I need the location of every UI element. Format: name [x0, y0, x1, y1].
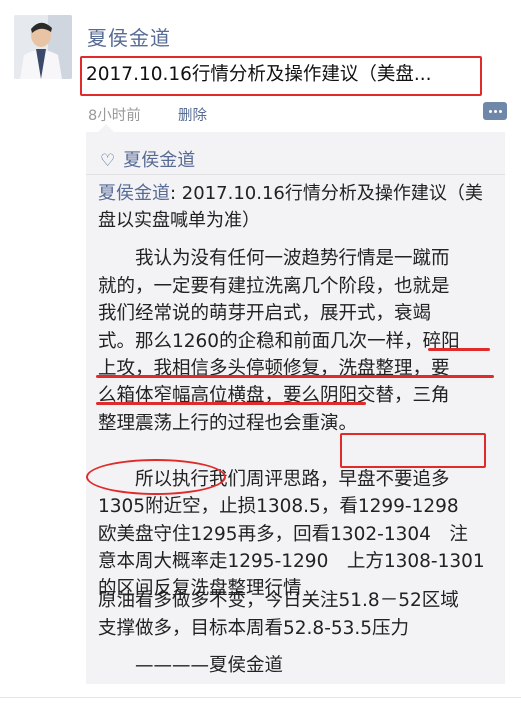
likes-row[interactable]: ♡ 夏侯金道 — [100, 146, 195, 172]
text-line: 欧美盘守住1295再多，回看1302-1304 注 — [98, 524, 468, 545]
signature: ————夏侯金道 — [98, 655, 284, 676]
annotation-ellipse — [86, 459, 226, 495]
bottom-divider — [0, 697, 521, 698]
title-highlight-box — [80, 56, 482, 96]
annotation-underline — [96, 402, 366, 405]
text-line: 意本周大概率走1295-1290 上方1308-1301 — [98, 551, 485, 572]
avatar[interactable] — [14, 15, 72, 79]
text-line: 就的，一定要有建拉洗离几个阶段，也就是 — [98, 276, 450, 297]
panel-arrow — [98, 124, 114, 132]
avatar-image — [14, 15, 72, 79]
annotation-underline — [96, 375, 494, 378]
post-author[interactable]: 夏侯金道 — [87, 22, 171, 51]
text-line: 支撑做多，目标本周看52.8-53.5压力 — [98, 618, 410, 639]
like-name[interactable]: 夏侯金道 — [123, 150, 195, 171]
annotation-box — [340, 433, 486, 468]
divider — [86, 174, 505, 175]
annotation-underline — [428, 348, 490, 351]
post-time: 8小时前 — [88, 108, 141, 124]
text-line: 我们经常说的萌芽开启式，展开式，衰竭 — [98, 303, 432, 324]
text-line: 整理震荡上行的过程也会重演。 — [98, 413, 358, 434]
text-line: 式。那么1260的企稳和前面几次一样，碎阳 — [98, 331, 460, 352]
comment-author[interactable]: 夏侯金道 — [98, 183, 170, 204]
text-line: 我认为没有任何一波趋势行情是一蹴而 — [98, 248, 450, 269]
heart-outline-icon: ♡ — [100, 151, 116, 171]
comment-separator: : — [170, 183, 182, 204]
text-line: 原油看多做多不变，今日关注51.8－52区域 — [98, 590, 459, 611]
more-dots-icon[interactable] — [483, 102, 507, 120]
comment-header: 夏侯金道: 2017.10.16行情分析及操作建议（美盘以实盘喊单为准） — [98, 180, 498, 234]
text-line: 1305附近空，止损1308.5，看1299-1298 — [98, 496, 459, 517]
delete-link[interactable]: 删除 — [178, 104, 207, 125]
